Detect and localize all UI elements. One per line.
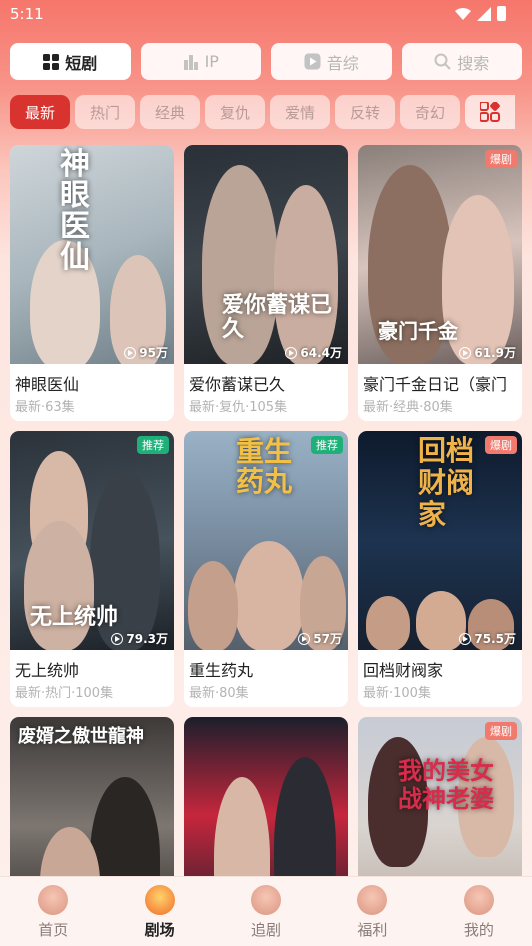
drama-meta: 最新·经典·80集 — [363, 400, 453, 415]
poster-title: 废婿之傲世龍神 — [18, 726, 144, 747]
tab-music-variety[interactable]: 音综 — [271, 43, 392, 80]
play-count-icon — [459, 346, 472, 359]
nav-label: 我的 — [463, 921, 494, 939]
hot-badge: 爆剧 — [485, 722, 517, 740]
genre-revenge[interactable]: 复仇 — [205, 95, 265, 129]
status-bar: 5:11 — [0, 0, 532, 30]
poster-title: 神眼医仙 — [60, 147, 90, 275]
tab-ip[interactable]: IP — [140, 43, 261, 80]
nav-welfare[interactable]: 福利 — [319, 877, 425, 946]
search-icon — [434, 53, 451, 70]
drama-title: 无上统帅 — [15, 661, 80, 680]
tab-label: 音综 — [326, 53, 359, 73]
bottom-navigation: 首页 剧场 追剧 福利 我的 — [0, 876, 532, 946]
genre-romance[interactable]: 爱情 — [270, 95, 330, 129]
grid-icon — [43, 53, 60, 70]
drama-meta: 最新·复仇·105集 — [189, 400, 288, 415]
follow-icon — [251, 885, 282, 915]
tab-label: 短剧 — [65, 53, 98, 73]
drama-card[interactable]: 重生药丸 推荐 57万 重生药丸 最新·80集 — [184, 431, 348, 707]
tab-label: 搜索 — [457, 53, 490, 73]
recommend-badge: 推荐 — [311, 436, 343, 454]
drama-title: 回档财阀家 — [363, 661, 444, 680]
play-count-icon — [124, 346, 137, 359]
drama-grid: 神眼医仙 95万 神眼医仙 最新·63集 爱你蓄谋已久 64.4万 爱你蓄谋已久… — [10, 145, 522, 946]
home-icon — [38, 885, 69, 915]
category-grid-icon — [480, 102, 500, 122]
nav-label: 首页 — [38, 921, 69, 939]
play-count-icon — [111, 632, 124, 645]
wifi-icon — [455, 7, 471, 20]
genre-filter-bar: 最新 热门 经典 复仇 爱情 反转 奇幻 — [10, 95, 532, 129]
view-count: 61.9万 — [459, 344, 516, 361]
recommend-badge: 推荐 — [137, 436, 169, 454]
drama-poster: 神眼医仙 95万 — [10, 145, 174, 364]
view-count: 57万 — [298, 630, 342, 647]
play-count-icon — [459, 632, 472, 645]
drama-card[interactable]: 无上统帅 推荐 79.3万 无上统帅 最新·热门·100集 — [10, 431, 174, 707]
poster-title: 我的美女战神老婆 — [398, 756, 494, 813]
category-tabs: 短剧 IP 音综 搜索 — [10, 43, 522, 80]
drama-title: 爱你蓄谋已久 — [189, 375, 286, 394]
view-count: 75.5万 — [459, 630, 516, 647]
nav-label: 追剧 — [251, 921, 282, 939]
tab-search[interactable]: 搜索 — [401, 43, 522, 80]
nav-follow[interactable]: 追剧 — [213, 877, 319, 946]
genre-hot[interactable]: 热门 — [75, 95, 135, 129]
drama-meta: 最新·80集 — [189, 686, 249, 701]
drama-meta: 最新·63集 — [15, 400, 75, 415]
genre-twist[interactable]: 反转 — [335, 95, 395, 129]
theater-icon — [144, 885, 175, 915]
view-count: 79.3万 — [111, 630, 168, 647]
view-count: 64.4万 — [285, 344, 342, 361]
nav-label: 剧场 — [144, 921, 175, 939]
poster-title: 无上统帅 — [30, 604, 119, 630]
drama-card[interactable]: 回档财阀家 爆剧 75.5万 回档财阀家 最新·100集 — [358, 431, 522, 707]
drama-card[interactable]: 豪门千金 爆剧 61.9万 豪门千金日记（豪门 最新·经典·80集 — [358, 145, 522, 421]
tab-label: IP — [204, 52, 219, 71]
play-icon — [304, 53, 321, 70]
profile-icon — [463, 885, 494, 915]
drama-meta: 最新·100集 — [363, 686, 431, 701]
signal-icon — [477, 6, 491, 21]
genre-classic[interactable]: 经典 — [140, 95, 200, 129]
play-count-icon — [285, 346, 298, 359]
drama-title: 神眼医仙 — [15, 375, 80, 394]
play-count-icon — [298, 632, 311, 645]
drama-card[interactable]: 爱你蓄谋已久 64.4万 爱你蓄谋已久 最新·复仇·105集 — [184, 145, 348, 421]
drama-title: 重生药丸 — [189, 661, 254, 680]
genre-latest[interactable]: 最新 — [10, 95, 70, 129]
drama-poster: 回档财阀家 爆剧 75.5万 — [358, 431, 522, 650]
poster-title: 爱你蓄谋已久 — [222, 292, 333, 342]
battery-icon — [497, 6, 506, 21]
nav-home[interactable]: 首页 — [0, 877, 106, 946]
view-count: 95万 — [124, 344, 168, 361]
drama-poster: 爱你蓄谋已久 64.4万 — [184, 145, 348, 364]
hot-badge: 爆剧 — [485, 436, 517, 454]
drama-title: 豪门千金日记（豪门 — [363, 375, 508, 394]
status-time: 5:11 — [10, 5, 44, 23]
drama-poster: 重生药丸 推荐 57万 — [184, 431, 348, 650]
drama-poster: 豪门千金 爆剧 61.9万 — [358, 145, 522, 364]
drama-poster: 无上统帅 推荐 79.3万 — [10, 431, 174, 650]
poster-title: 豪门千金 — [378, 319, 458, 343]
nav-label: 福利 — [357, 921, 388, 939]
nav-profile[interactable]: 我的 — [426, 877, 532, 946]
genre-fantasy[interactable]: 奇幻 — [400, 95, 460, 129]
welfare-icon — [357, 885, 388, 915]
drama-meta: 最新·热门·100集 — [15, 686, 114, 701]
bars-icon — [183, 54, 198, 70]
drama-card[interactable]: 神眼医仙 95万 神眼医仙 最新·63集 — [10, 145, 174, 421]
nav-theater[interactable]: 剧场 — [106, 877, 212, 946]
status-icons — [455, 6, 506, 21]
hot-badge: 爆剧 — [485, 150, 517, 168]
all-genres-button[interactable] — [465, 95, 515, 129]
poster-title: 重生药丸 — [236, 435, 293, 498]
tab-short-drama[interactable]: 短剧 — [10, 43, 131, 80]
